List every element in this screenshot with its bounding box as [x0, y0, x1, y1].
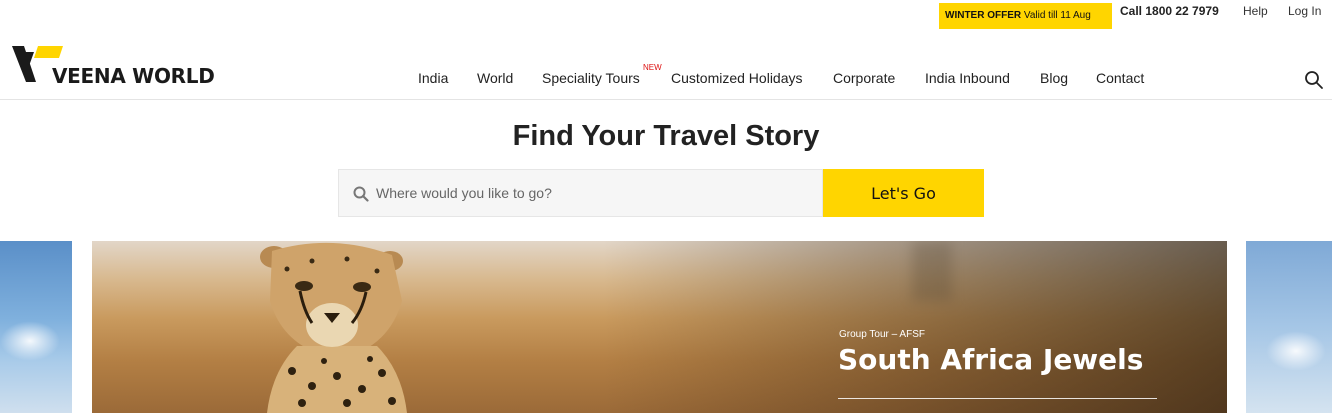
nav-item-customized-holidays[interactable]: Customized Holidays — [671, 70, 803, 86]
winter-offer-banner[interactable]: WINTER OFFER Valid till 11 Aug — [939, 3, 1112, 29]
new-badge: NEW — [643, 63, 662, 72]
tour-divider — [838, 398, 1157, 399]
chevron-left-icon[interactable] — [14, 166, 54, 206]
nav-item-corporate[interactable]: Corporate — [833, 70, 895, 86]
offer-title: WINTER OFFER — [945, 10, 1022, 21]
tour-type-label: Group Tour – AFSF — [839, 329, 925, 340]
carousel-prev-slide[interactable] — [0, 241, 72, 413]
login-link[interactable]: Log In — [1288, 4, 1321, 18]
tour-name[interactable]: South Africa Jewels — [838, 343, 1143, 376]
main-nav: India World Speciality Tours Customized … — [0, 70, 1332, 90]
cloud-decoration — [0, 321, 60, 361]
carousel-active-slide[interactable]: Group Tour – AFSF South Africa Jewels — [92, 241, 1227, 413]
nav-item-blog[interactable]: Blog — [1040, 70, 1068, 86]
chevron-right-icon[interactable] — [1266, 166, 1306, 206]
utility-bar: WINTER OFFER Valid till 11 Aug Call 1800… — [0, 0, 1332, 34]
nav-item-world[interactable]: World — [477, 70, 513, 86]
nav-item-contact[interactable]: Contact — [1096, 70, 1144, 86]
header-divider — [0, 99, 1332, 100]
cloud-decoration — [1266, 331, 1326, 371]
carousel-next-slide[interactable] — [1246, 241, 1332, 413]
slide-overlay — [92, 241, 1227, 413]
destination-search-box — [338, 169, 823, 217]
offer-validity: Valid till 11 Aug — [1023, 10, 1091, 21]
search-icon[interactable] — [1304, 70, 1324, 90]
help-link[interactable]: Help — [1243, 4, 1268, 18]
page-title: Find Your Travel Story — [512, 120, 820, 152]
search-icon — [353, 186, 369, 202]
destination-search-input[interactable] — [376, 170, 816, 216]
call-number[interactable]: Call 1800 22 7979 — [1120, 4, 1219, 18]
nav-item-speciality-tours[interactable]: Speciality Tours — [542, 70, 640, 86]
nav-item-india-inbound[interactable]: India Inbound — [925, 70, 1010, 86]
nav-item-india[interactable]: India — [418, 70, 448, 86]
lets-go-button[interactable]: Let's Go — [823, 169, 984, 217]
